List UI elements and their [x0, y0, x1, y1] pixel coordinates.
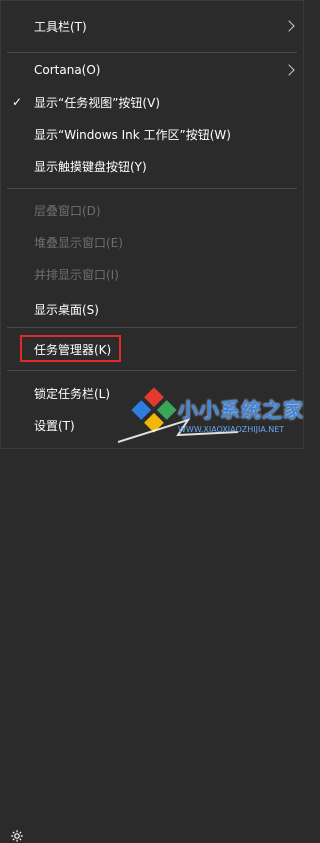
menu-item-label: 堆叠显示窗口(E) [34, 235, 123, 250]
highlight-box [20, 335, 121, 362]
chevron-right-icon [283, 64, 295, 76]
menu-item-label: 显示“任务视图”按钮(V) [34, 95, 161, 110]
menu-item-toolbars[interactable]: 工具栏(T) [1, 12, 303, 40]
menu-item-label: 显示桌面(S) [34, 302, 99, 317]
menu-item-label: 并排显示窗口(I) [34, 267, 119, 282]
chevron-right-icon [283, 20, 295, 32]
menu-item-label: 层叠窗口(D) [34, 203, 101, 218]
checkmark-icon: ✓ [12, 95, 23, 109]
menu-item-label: 锁定任务栏(L) [34, 386, 111, 401]
separator [7, 370, 297, 371]
menu-item-side-by-side-windows: 并排显示窗口(I) [1, 260, 303, 288]
menu-item-task-view-button[interactable]: ✓ 显示“任务视图”按钮(V) [1, 88, 303, 116]
menu-item-windows-ink-button[interactable]: 显示“Windows Ink 工作区”按钮(W) [1, 120, 303, 148]
separator [7, 52, 297, 53]
menu-item-cortana[interactable]: Cortana(O) [1, 56, 303, 84]
menu-item-label: 工具栏(T) [34, 19, 87, 34]
separator [7, 188, 297, 189]
menu-item-label: 显示触摸键盘按钮(Y) [34, 159, 147, 174]
menu-item-cascade-windows: 层叠窗口(D) [1, 196, 303, 224]
watermark-url: WWW.XIAOXIAOZHIJIA.NET [178, 425, 285, 434]
watermark-text: 小小系统之家 [178, 398, 304, 422]
menu-item-touch-keyboard-button[interactable]: 显示触摸键盘按钮(Y) [1, 152, 303, 180]
menu-item-label: 显示“Windows Ink 工作区”按钮(W) [34, 127, 231, 142]
separator [7, 327, 297, 328]
gear-icon [11, 830, 23, 842]
menu-item-show-desktop[interactable]: 显示桌面(S) [1, 295, 303, 323]
menu-item-stack-windows: 堆叠显示窗口(E) [1, 228, 303, 256]
menu-item-label: Cortana(O) [34, 63, 101, 77]
menu-item-label: 设置(T) [34, 418, 75, 433]
